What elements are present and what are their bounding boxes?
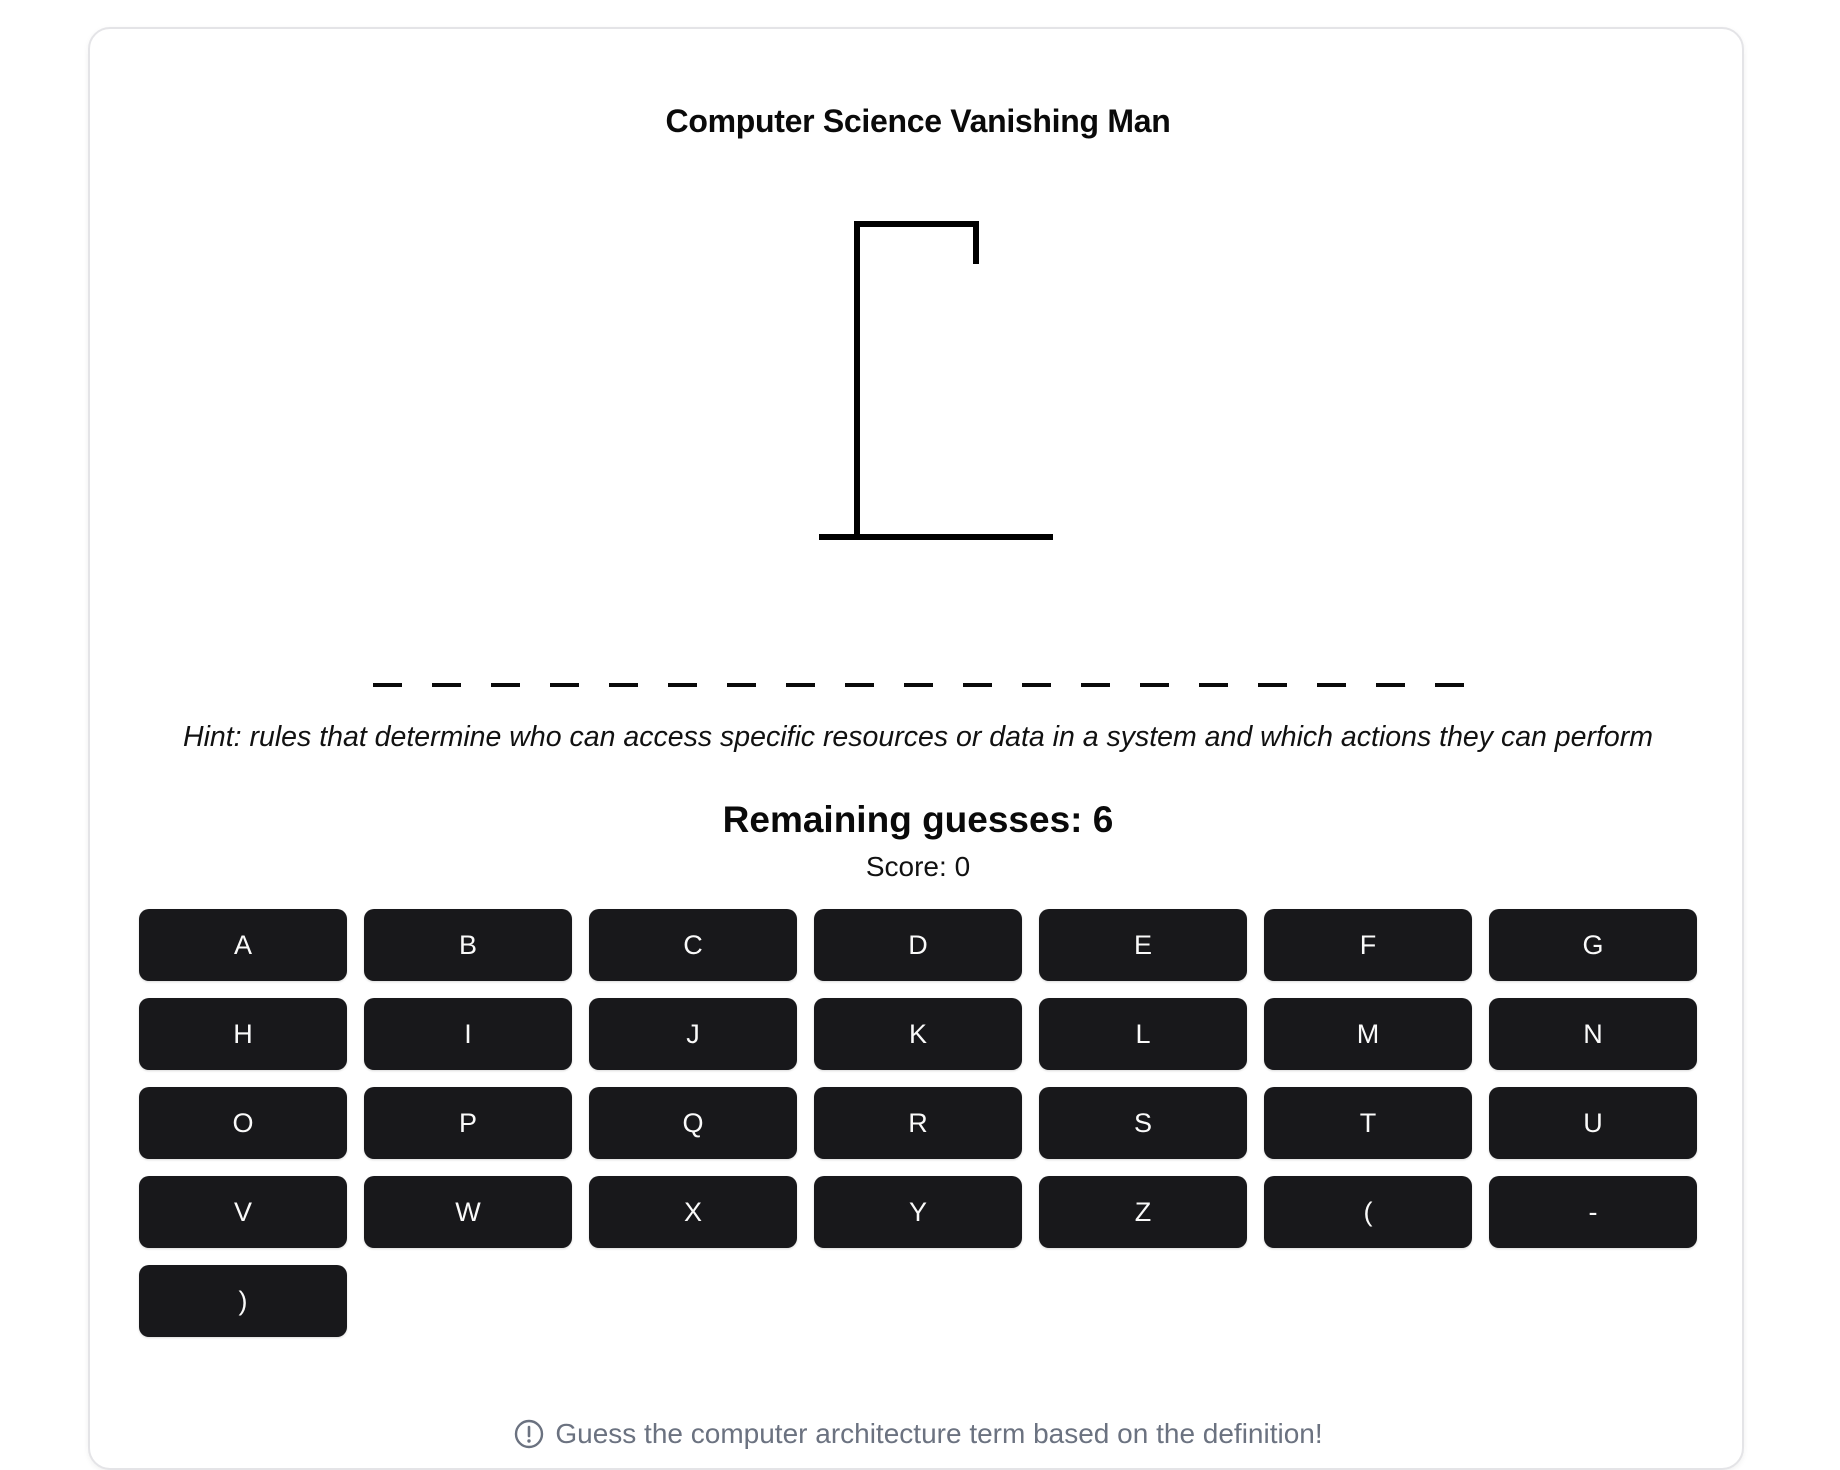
letter-button[interactable]: Q [589,1087,797,1159]
letter-blank [608,659,638,687]
letter-button[interactable]: F [1264,909,1472,981]
letter-button[interactable]: S [1039,1087,1247,1159]
letter-button[interactable]: N [1489,998,1697,1070]
letter-blank [1434,659,1464,687]
letter-blank [1080,659,1110,687]
letter-button[interactable]: K [814,998,1022,1070]
remaining-guesses-label: Remaining guesses: [722,799,1093,840]
letter-blank [490,659,520,687]
letter-blank [1375,659,1405,687]
letter-button[interactable]: U [1489,1087,1697,1159]
gallows-drawing [819,221,1053,540]
score-label: Score: [865,851,955,882]
letter-button[interactable]: O [139,1087,347,1159]
letter-button[interactable]: Z [1039,1176,1247,1248]
letter-button[interactable]: C [589,909,797,981]
remaining-guesses: Remaining guesses: 6 [90,794,1746,846]
letter-button[interactable]: E [1039,909,1247,981]
letter-blank [962,659,992,687]
letter-button[interactable]: J [589,998,797,1070]
letter-button[interactable]: ( [1264,1176,1472,1248]
letter-button[interactable]: ) [139,1265,347,1337]
letter-blank [431,659,461,687]
game-card: Computer Science Vanishing Man Hint: rul… [88,27,1744,1470]
letter-blank [667,659,697,687]
letter-blank [372,659,402,687]
letter-blank [785,659,815,687]
remaining-guesses-value: 6 [1092,799,1114,840]
score-value: 0 [954,851,971,882]
letter-blank [903,659,933,687]
letter-keyboard: A B C D E F G H I J K L M N O P Q R S T U V W X Y Z(-) [139,909,1699,1337]
instructions-footer: Guess the computer architecture term bas… [90,1414,1746,1454]
letter-button[interactable]: V [139,1176,347,1248]
letter-button[interactable]: H [139,998,347,1070]
letter-blank [1257,659,1287,687]
letter-blank [549,659,579,687]
letter-blank [1198,659,1228,687]
letter-button[interactable]: W [364,1176,572,1248]
score: Score: 0 [90,847,1746,887]
letter-button[interactable]: G [1489,909,1697,981]
letter-button[interactable]: T [1264,1087,1472,1159]
letter-button[interactable]: R [814,1087,1022,1159]
hint-text: Hint: rules that determine who can acces… [182,721,1654,753]
letter-button[interactable]: P [364,1087,572,1159]
page-title: Computer Science Vanishing Man [665,103,1171,139]
letter-blank [1021,659,1051,687]
letter-button[interactable]: Y [814,1176,1022,1248]
letter-blank [844,659,874,687]
letter-button[interactable]: A [139,909,347,981]
letter-button[interactable]: X [589,1176,797,1248]
letter-button[interactable]: M [1264,998,1472,1070]
letter-button[interactable]: D [814,909,1022,981]
letter-button[interactable]: I [364,998,572,1070]
letter-blank [1139,659,1169,687]
info-circle-icon [515,1419,544,1449]
word-blanks [90,659,1746,687]
letter-button[interactable]: - [1489,1176,1697,1248]
instructions-text: Guess the computer architecture term bas… [555,1418,1323,1449]
letter-blank [1316,659,1346,687]
letter-button[interactable]: L [1039,998,1247,1070]
letter-button[interactable]: B [364,909,572,981]
letter-blank [726,659,756,687]
